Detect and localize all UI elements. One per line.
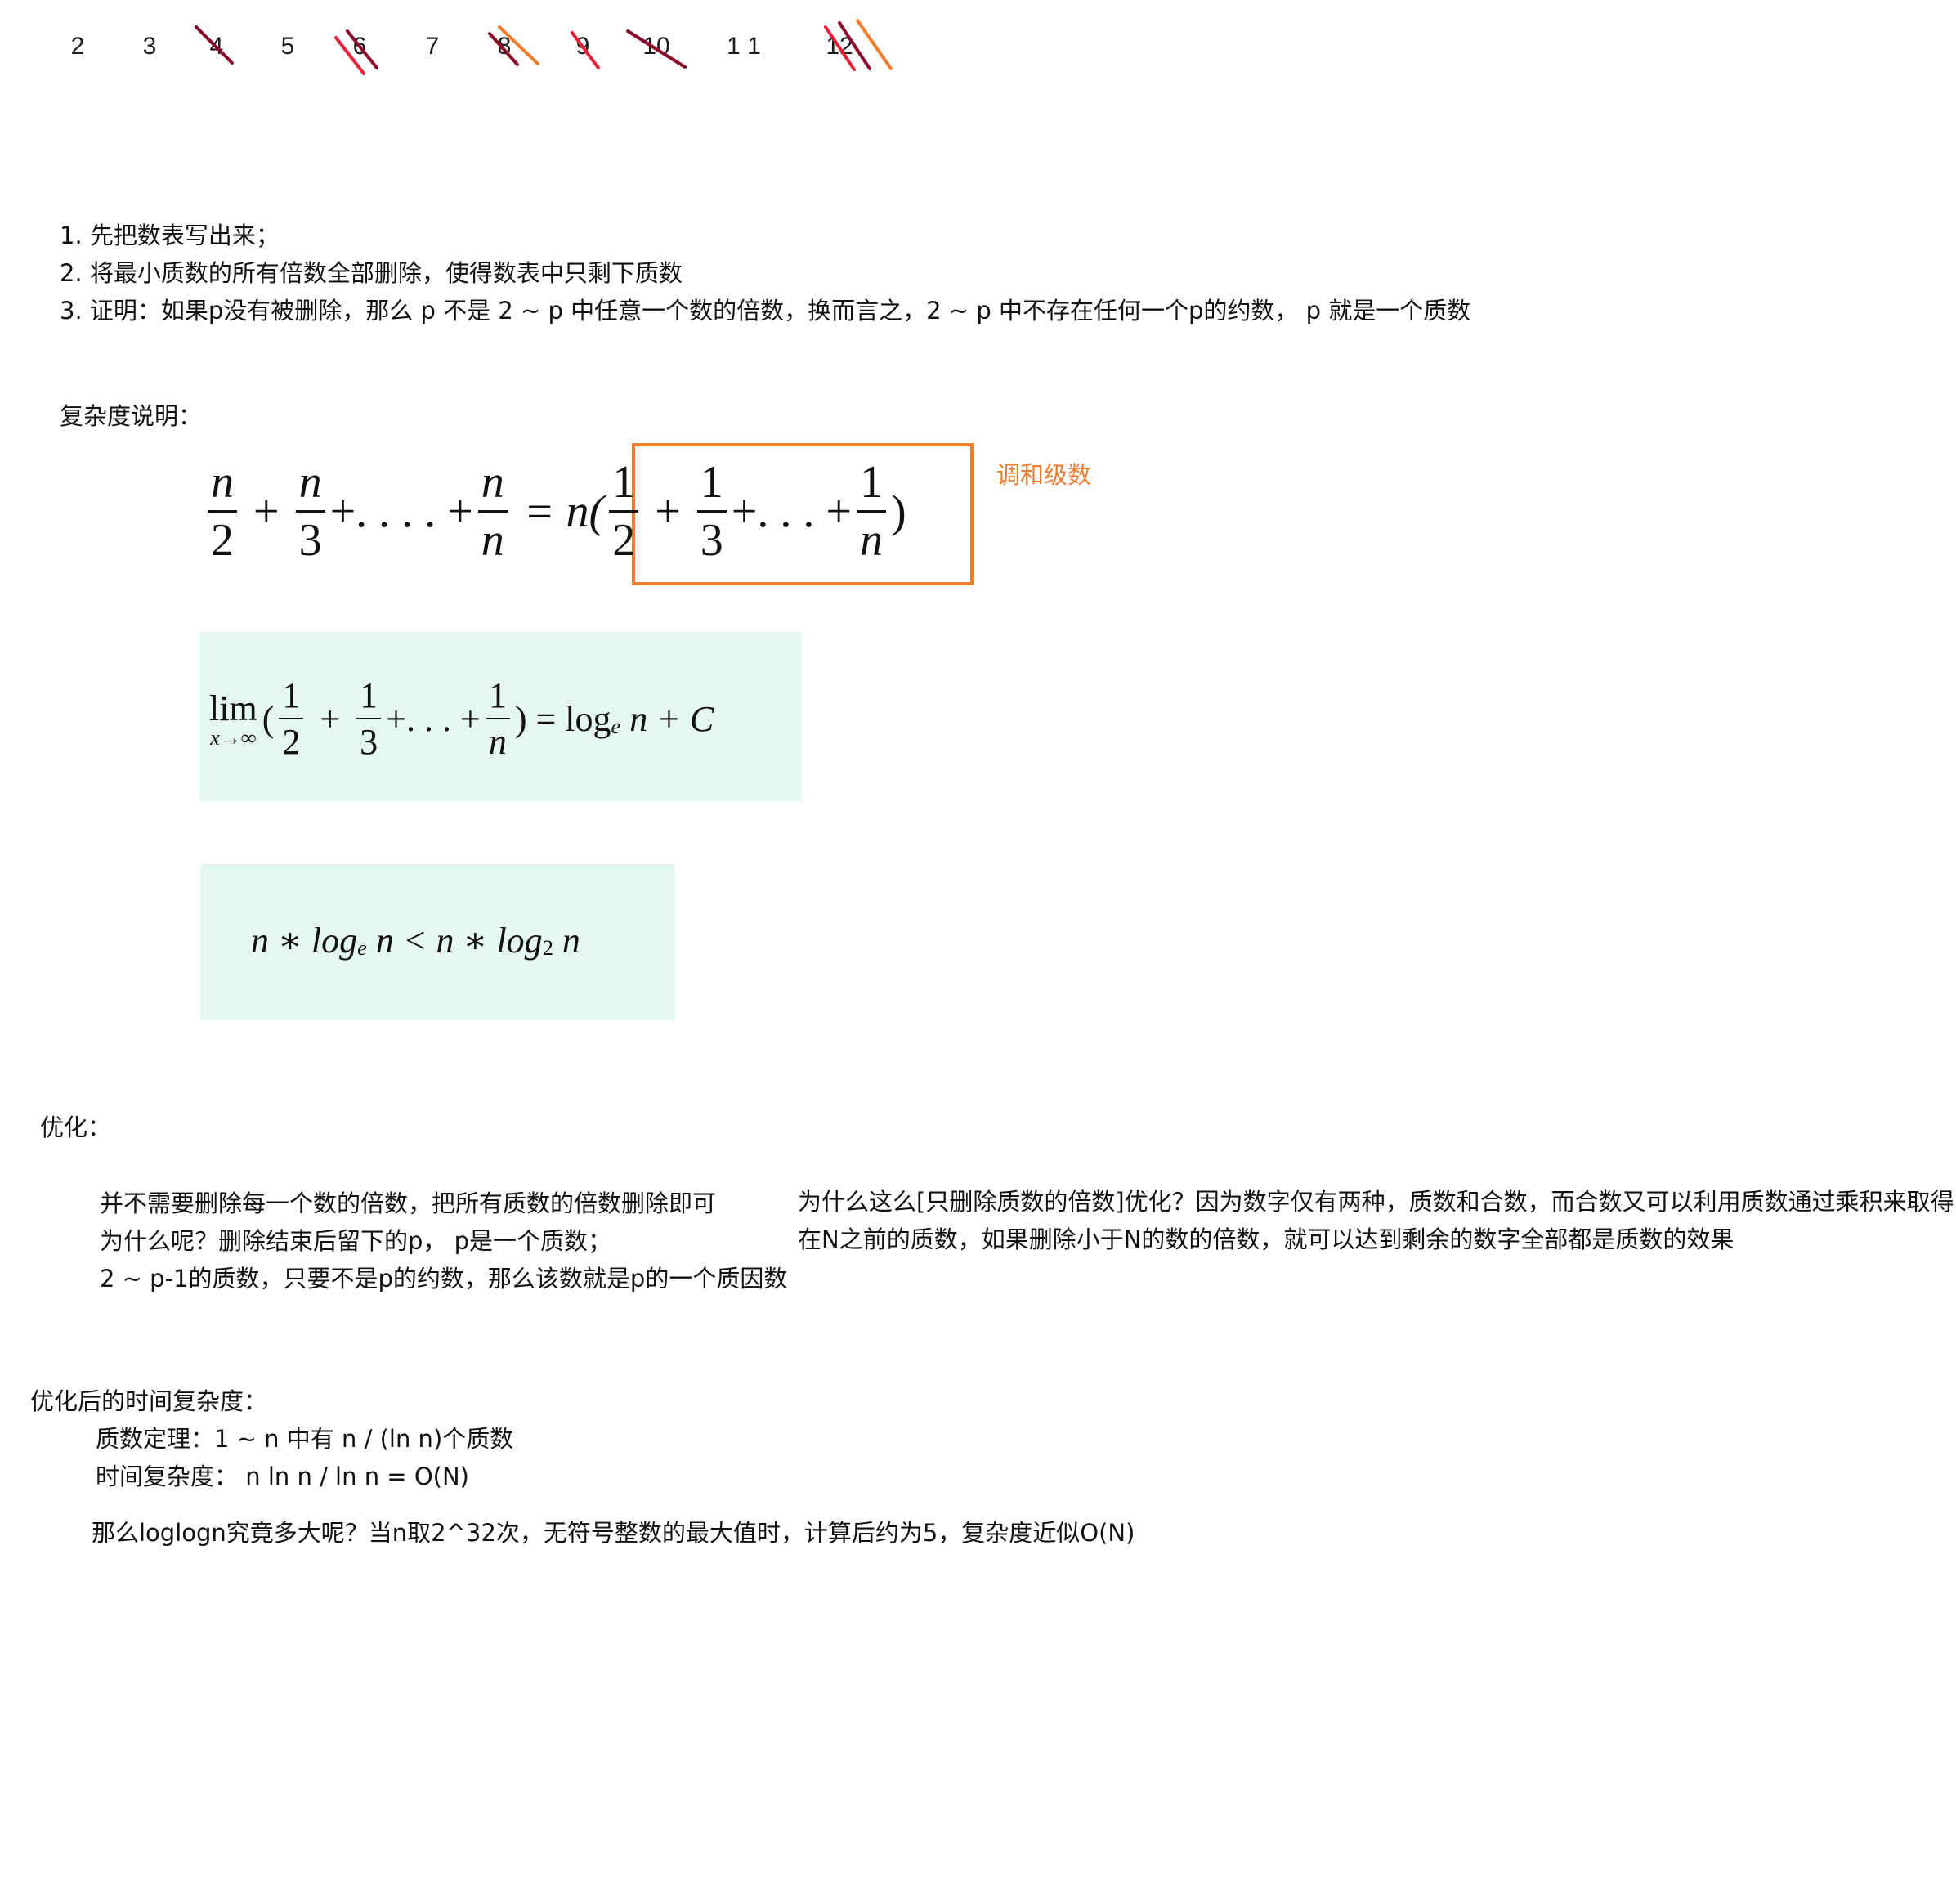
strike-marks: [195, 19, 893, 75]
fraction-1-over-n: 1 n: [485, 674, 510, 763]
numerator: 1: [700, 457, 723, 508]
log-comparison-box: n ∗ log e n < n ∗ log 2 n: [200, 864, 675, 1020]
fraction-n-over-3: n 3: [295, 456, 325, 567]
optimize-left-notes: 并不需要删除每一个数的倍数，把所有质数的倍数删除即可 为什么呢？删除结束后留下的…: [100, 1185, 787, 1297]
lim-subscript: x→∞: [210, 725, 257, 750]
rhs-tail: n + C: [620, 698, 714, 739]
numerator: 1: [360, 675, 378, 715]
denominator: 2: [208, 510, 237, 567]
open-paren: (: [262, 698, 275, 739]
denominator: 2: [279, 718, 304, 763]
denominator: 3: [696, 510, 727, 567]
denominator: 3: [356, 718, 382, 763]
fraction-1-over-n: 1 n: [856, 456, 886, 567]
sieve-steps: 1. 先把数表写出来； 2. 将最小质数的所有倍数全部删除，使得数表中只剩下质数…: [60, 217, 1470, 329]
strike-6-dark: [346, 29, 378, 69]
strike-10-dark: [626, 29, 687, 69]
complexity-heading: 复杂度说明：: [60, 402, 203, 430]
step-2: 2. 将最小质数的所有倍数全部删除，使得数表中只剩下质数: [60, 259, 683, 287]
ellipsis-terms: +. . . +: [386, 698, 481, 739]
sieve-number-row: 2 3 4 5 6 7 8 9 10 1 1 12: [0, 0, 981, 90]
limit-equation-box: lim x→∞ ( 1 2 + 1 3 +. . . + 1 n ) = log…: [199, 632, 802, 801]
fraction-1-over-2: 1 2: [279, 674, 304, 763]
close-paren: ): [890, 486, 906, 537]
optimize-left-line-1: 并不需要删除每一个数的倍数，把所有质数的倍数删除即可: [100, 1189, 717, 1217]
fraction-1-over-2: 1 2: [609, 456, 639, 567]
log-base-e: e: [611, 713, 621, 738]
denominator: 3: [295, 510, 325, 567]
limit-operator: lim x→∞: [209, 688, 257, 750]
middle-part: n < n ∗ log: [366, 921, 543, 961]
strike-12-orange: [856, 19, 893, 70]
numerator: 1: [488, 675, 507, 715]
log-base-2: 2: [542, 935, 553, 961]
fraction-1-over-3: 1 3: [356, 674, 382, 763]
strike-4-dark: [195, 25, 234, 65]
sum-equation: n 2 + n 3 +. . . . + n n = n( 1 2 + 1 3 …: [203, 456, 906, 567]
equals-n-open: = n(: [523, 486, 605, 537]
prime-theorem-line: 质数定理：1 ~ n 中有 n / (ln n)个质数: [96, 1425, 514, 1453]
numerator: 1: [612, 457, 636, 508]
fraction-n-over-2: n 2: [208, 456, 237, 567]
plus-sign: +: [253, 486, 280, 537]
strike-12-red: [824, 25, 856, 71]
numerator: 1: [859, 457, 883, 508]
time-complexity-line: 时间复杂度： n ln n / ln n = O(N): [96, 1463, 469, 1490]
lim-text: lim: [209, 688, 257, 728]
rhs-part: n: [553, 921, 580, 961]
lhs-part: n ∗ log: [251, 921, 358, 961]
harmonic-series-label: 调和级数: [996, 461, 1092, 489]
numerator: n: [298, 457, 322, 508]
after-heading: 优化后的时间复杂度：: [30, 1387, 268, 1415]
log-comparison: n ∗ log e n < n ∗ log 2 n: [251, 920, 580, 961]
optimize-left-line-2: 为什么呢？删除结束后留下的p， p是一个质数；: [100, 1227, 612, 1255]
log-base-e: e: [357, 935, 367, 961]
step-1: 1. 先把数表写出来；: [60, 222, 280, 249]
rhs-log: ) = log: [514, 698, 611, 739]
step-3: 3. 证明：如果p没有被删除，那么 p 不是 2 ~ p 中任意一个数的倍数，换…: [60, 297, 1471, 325]
fraction-n-over-n: n n: [477, 456, 508, 567]
optimize-right-notes: 为什么这么[只删除质数的倍数]优化？因为数字仅有两种，质数和合数，而合数又可以利…: [798, 1183, 1956, 1258]
fraction-1-over-3: 1 3: [696, 456, 727, 567]
strike-8-orange: [498, 25, 539, 65]
numerator: n: [481, 457, 504, 508]
plus-sign: +: [320, 698, 341, 739]
limit-equation: lim x→∞ ( 1 2 + 1 3 +. . . + 1 n ) = log…: [209, 674, 714, 763]
optimize-heading: 优化：: [40, 1113, 112, 1141]
ellipsis-terms: +. . . . +: [329, 486, 473, 537]
numerator: 1: [282, 675, 301, 715]
denominator: n: [477, 510, 508, 567]
optimize-left-line-3: 2 ~ p-1的质数，只要不是p的约数，那么该数就是p的一个质因数: [100, 1265, 788, 1292]
plus-sign: +: [655, 486, 681, 537]
denominator: n: [856, 510, 886, 567]
numerator: n: [211, 457, 234, 508]
ellipsis-terms: +. . . +: [731, 486, 852, 537]
loglogn-note: 那么loglogn究竟多大呢？当n取2^32次，无符号整数的最大值时，计算后约为…: [92, 1519, 1135, 1547]
strike-6-red: [334, 36, 365, 75]
denominator: n: [485, 718, 510, 763]
optimize-right-line-1: 为什么这么[只删除质数的倍数]优化？因为数字仅有两种，质数和合数，而合数又可以利…: [798, 1188, 1956, 1216]
strike-9-red: [571, 31, 600, 69]
optimize-right-line-2: 在N之前的质数，如果删除小于N的数的倍数，就可以达到剩余的数字全部都是质数的效果: [798, 1225, 1734, 1253]
denominator: 2: [609, 510, 639, 567]
